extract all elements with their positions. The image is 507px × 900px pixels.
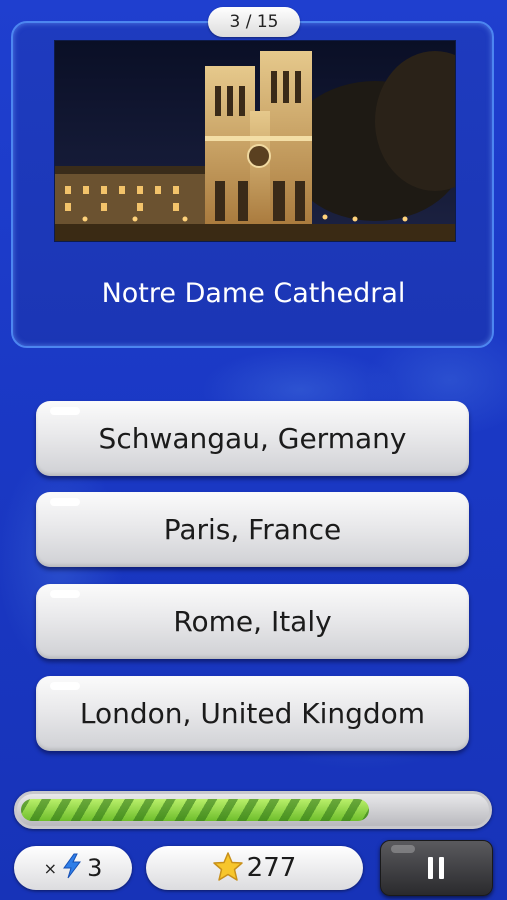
landmark-name: Notre Dame Cathedral [101,278,406,309]
answer-button-3[interactable]: Rome, Italy [36,584,469,659]
time-progress-bar [14,791,492,829]
time-progress-fill [21,799,369,821]
pause-icon [427,856,445,884]
answer-button-1[interactable]: Schwangau, Germany [36,401,469,476]
score-display: 277 [146,846,363,890]
lightning-icon [61,853,83,883]
question-counter: 3 / 15 [208,7,300,37]
score-value: 277 [246,853,297,883]
answer-button-4[interactable]: London, United Kingdom [36,676,469,751]
hint-counter[interactable]: × 3 [14,846,132,890]
star-icon [212,851,243,885]
answer-button-2[interactable]: Paris, France [36,492,469,567]
pause-button[interactable] [380,840,493,896]
landmark-photo [54,40,456,242]
hint-multiplier: × [43,858,58,878]
hint-count: 3 [87,854,103,882]
